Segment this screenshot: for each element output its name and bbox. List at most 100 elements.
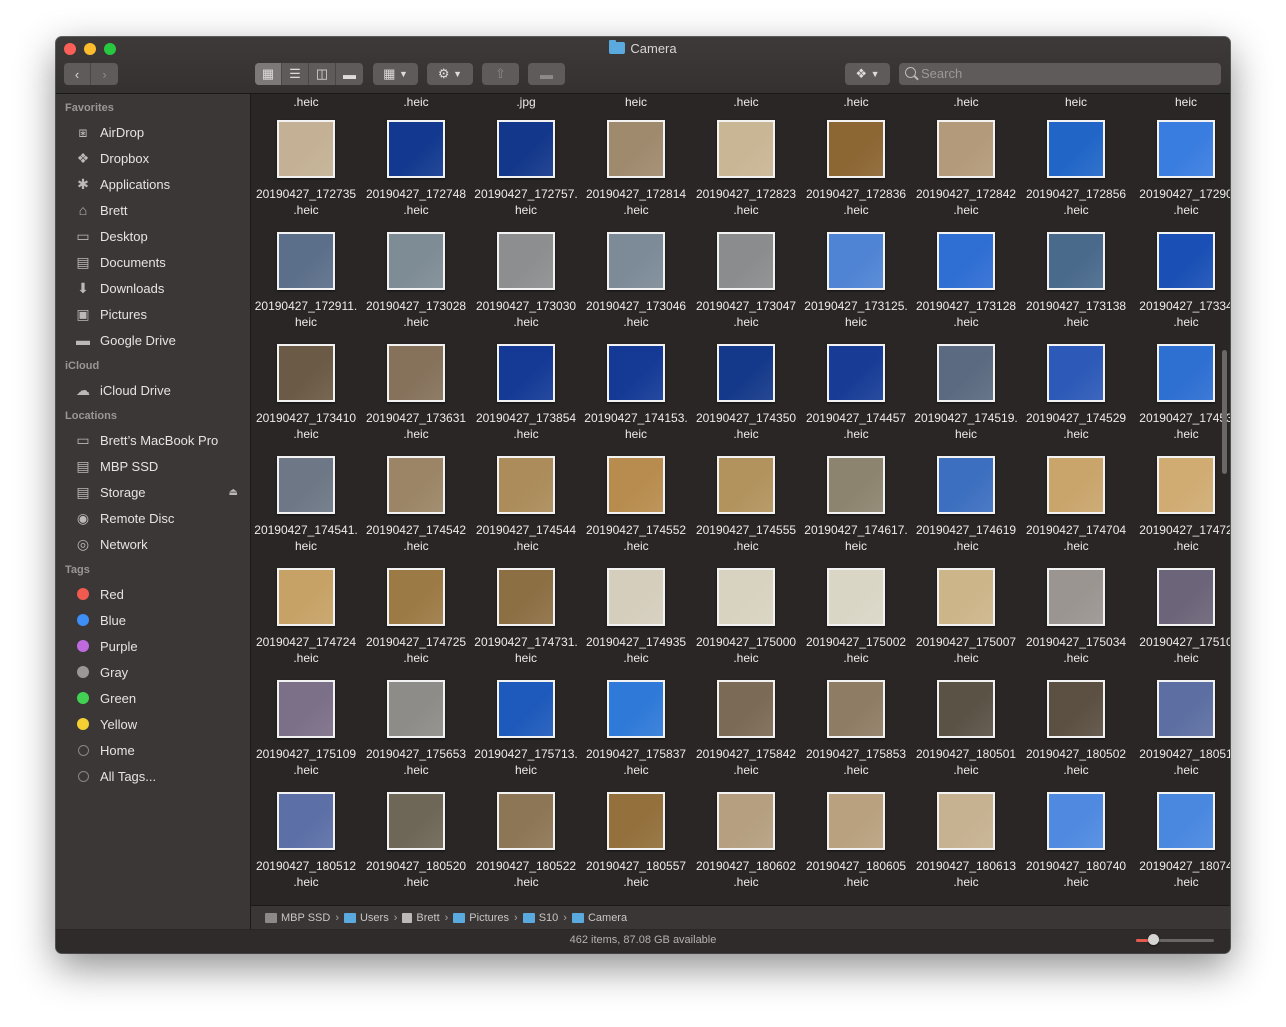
search-input[interactable]: Search bbox=[899, 63, 1221, 85]
file-item[interactable]: 20190427_17453 .heic bbox=[1131, 336, 1230, 448]
image-thumbnail[interactable] bbox=[387, 232, 445, 290]
image-thumbnail[interactable] bbox=[827, 456, 885, 514]
file-item[interactable]: 20190427_174935 .heic bbox=[581, 560, 691, 672]
image-thumbnail[interactable] bbox=[387, 456, 445, 514]
file-item[interactable]: 20190427_17334 .heic bbox=[1131, 224, 1230, 336]
sidebar-item-green[interactable]: Green bbox=[56, 686, 250, 710]
file-item[interactable]: 20190427_175837 .heic bbox=[581, 672, 691, 784]
image-thumbnail[interactable] bbox=[387, 568, 445, 626]
image-thumbnail[interactable] bbox=[607, 568, 665, 626]
image-thumbnail[interactable] bbox=[497, 456, 555, 514]
file-item[interactable]: 20190427_180557 .heic bbox=[581, 784, 691, 896]
file-item[interactable]: 20190427_180613 .heic bbox=[911, 784, 1021, 896]
image-thumbnail[interactable] bbox=[497, 792, 555, 850]
sidebar-item-airdrop[interactable]: ⧆ AirDrop bbox=[56, 120, 250, 144]
file-item[interactable]: 20190427_173410 .heic bbox=[251, 336, 361, 448]
image-thumbnail[interactable] bbox=[937, 792, 995, 850]
image-thumbnail[interactable] bbox=[497, 232, 555, 290]
file-item[interactable]: 20190427_175034 .heic bbox=[1021, 560, 1131, 672]
image-thumbnail[interactable] bbox=[1157, 456, 1215, 514]
sidebar-item-documents[interactable]: ▤ Documents bbox=[56, 250, 250, 274]
file-item[interactable]: 20190427_172814 .heic bbox=[581, 112, 691, 224]
image-thumbnail[interactable] bbox=[1047, 344, 1105, 402]
sidebar-item-pictures[interactable]: ▣ Pictures bbox=[56, 302, 250, 326]
dropbox-button[interactable]: ❖ ▼ bbox=[845, 63, 890, 85]
file-item[interactable]: 20190427_172823 .heic bbox=[691, 112, 801, 224]
image-thumbnail[interactable] bbox=[827, 344, 885, 402]
column-view-icon[interactable]: ◫ bbox=[309, 63, 336, 85]
image-thumbnail[interactable] bbox=[607, 344, 665, 402]
sidebar-item-desktop[interactable]: ▭ Desktop bbox=[56, 224, 250, 248]
file-item[interactable]: 20190427_175853 .heic bbox=[801, 672, 911, 784]
image-thumbnail[interactable] bbox=[1047, 792, 1105, 850]
image-thumbnail[interactable] bbox=[607, 232, 665, 290]
image-thumbnail[interactable] bbox=[277, 792, 335, 850]
image-thumbnail[interactable] bbox=[607, 680, 665, 738]
file-item[interactable]: 20190427_172757. heic bbox=[471, 112, 581, 224]
file-item[interactable]: 20190427_17290 .heic bbox=[1131, 112, 1230, 224]
image-thumbnail[interactable] bbox=[717, 680, 775, 738]
file-item[interactable]: 20190427_173631 .heic bbox=[361, 336, 471, 448]
image-thumbnail[interactable] bbox=[497, 344, 555, 402]
file-item[interactable]: 20190427_172856 .heic bbox=[1021, 112, 1131, 224]
breadcrumb-s10[interactable]: S10 bbox=[522, 912, 558, 924]
file-item[interactable]: 20190427_180502 .heic bbox=[1021, 672, 1131, 784]
file-item[interactable]: 20190427_174725 .heic bbox=[361, 560, 471, 672]
file-item[interactable]: 20190427_173138 .heic bbox=[1021, 224, 1131, 336]
file-item[interactable]: 20190427_17472 .heic bbox=[1131, 448, 1230, 560]
image-thumbnail[interactable] bbox=[937, 232, 995, 290]
breadcrumb-pictures[interactable]: Pictures bbox=[453, 912, 509, 924]
breadcrumb-brett[interactable]: Brett bbox=[402, 912, 440, 924]
image-thumbnail[interactable] bbox=[277, 568, 335, 626]
image-thumbnail[interactable] bbox=[717, 568, 775, 626]
image-thumbnail[interactable] bbox=[1047, 680, 1105, 738]
file-item[interactable]: 20190427_175002 .heic bbox=[801, 560, 911, 672]
sidebar-item-home[interactable]: Home bbox=[56, 738, 250, 762]
sidebar-item-dropbox[interactable]: ❖ Dropbox bbox=[56, 146, 250, 170]
image-thumbnail[interactable] bbox=[387, 792, 445, 850]
sidebar-item-remote-disc[interactable]: ◉ Remote Disc bbox=[56, 506, 250, 530]
file-item[interactable]: 20190427_174731. heic bbox=[471, 560, 581, 672]
file-item[interactable]: 20190427_175000 .heic bbox=[691, 560, 801, 672]
sidebar-item-network[interactable]: ◎ Network bbox=[56, 532, 250, 556]
list-view-icon[interactable]: ☰ bbox=[282, 63, 309, 85]
file-item[interactable]: 20190427_174619 .heic bbox=[911, 448, 1021, 560]
sidebar-item-brett-s-macbook-pro[interactable]: ▭ Brett’s MacBook Pro bbox=[56, 428, 250, 452]
file-item[interactable]: 20190427_180520 .heic bbox=[361, 784, 471, 896]
image-thumbnail[interactable] bbox=[937, 456, 995, 514]
image-thumbnail[interactable] bbox=[827, 120, 885, 178]
file-item[interactable]: 20190427_180522 .heic bbox=[471, 784, 581, 896]
sidebar-item-mbp-ssd[interactable]: ▤ MBP SSD bbox=[56, 454, 250, 478]
breadcrumb-mbp-ssd[interactable]: MBP SSD bbox=[265, 912, 330, 924]
sidebar-item-yellow[interactable]: Yellow bbox=[56, 712, 250, 736]
image-thumbnail[interactable] bbox=[497, 120, 555, 178]
image-thumbnail[interactable] bbox=[1157, 680, 1215, 738]
image-thumbnail[interactable] bbox=[277, 680, 335, 738]
file-item[interactable]: 20190427_174350 .heic bbox=[691, 336, 801, 448]
breadcrumb-camera[interactable]: Camera bbox=[571, 912, 627, 924]
image-thumbnail[interactable] bbox=[1157, 568, 1215, 626]
file-item[interactable]: 20190427_174457 .heic bbox=[801, 336, 911, 448]
chevron-left-icon[interactable]: ‹ bbox=[64, 63, 91, 85]
file-item[interactable]: 20190427_174153. heic bbox=[581, 336, 691, 448]
file-item[interactable]: 20190427_175007 .heic bbox=[911, 560, 1021, 672]
sidebar-item-red[interactable]: Red bbox=[56, 582, 250, 606]
file-item[interactable]: 20190427_18051 .heic bbox=[1131, 672, 1230, 784]
file-item[interactable]: 20190427_180740 .heic bbox=[1021, 784, 1131, 896]
file-item[interactable]: 20190427_173125. heic bbox=[801, 224, 911, 336]
file-item[interactable]: 20190427_174552 .heic bbox=[581, 448, 691, 560]
image-thumbnail[interactable] bbox=[717, 120, 775, 178]
gallery-view-icon[interactable]: ▬ bbox=[336, 63, 363, 85]
file-item[interactable]: 20190427_174544 .heic bbox=[471, 448, 581, 560]
action-button[interactable]: ⚙ ▼ bbox=[427, 63, 473, 85]
sidebar-item-blue[interactable]: Blue bbox=[56, 608, 250, 632]
image-thumbnail[interactable] bbox=[1157, 344, 1215, 402]
file-item[interactable]: 20190427_172735 .heic bbox=[251, 112, 361, 224]
sidebar-item-google-drive[interactable]: ▬ Google Drive bbox=[56, 328, 250, 352]
file-item[interactable]: 20190427_173028 .heic bbox=[361, 224, 471, 336]
edit-tags-button[interactable]: ▬ bbox=[528, 63, 565, 85]
file-item[interactable]: 20190427_180501 .heic bbox=[911, 672, 1021, 784]
image-thumbnail[interactable] bbox=[1157, 232, 1215, 290]
image-thumbnail[interactable] bbox=[937, 344, 995, 402]
file-item[interactable]: 20190427_174617. heic bbox=[801, 448, 911, 560]
